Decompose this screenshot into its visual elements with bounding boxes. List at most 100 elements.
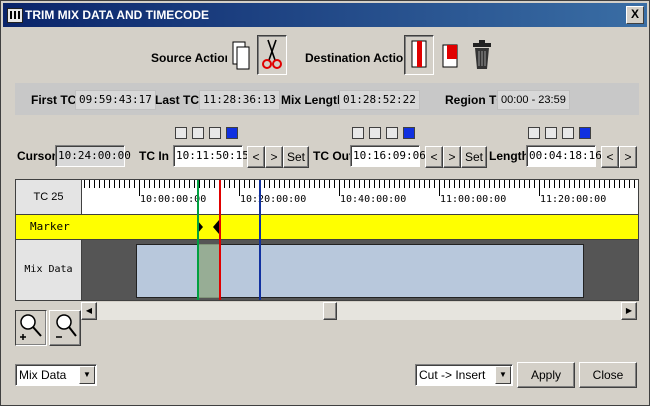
length-track-3[interactable] [562, 127, 574, 139]
ruler-tick [489, 180, 490, 188]
length-track-4[interactable] [579, 127, 591, 139]
ruler-tick [254, 180, 255, 188]
chevron-down-icon[interactable]: ▼ [495, 366, 511, 384]
ruler-tick [369, 180, 370, 188]
tc-out-field[interactable]: 10:16:09:06 [350, 145, 426, 167]
ruler-tick [229, 180, 230, 188]
view-select[interactable]: Mix Data ▼ [15, 364, 97, 386]
scroll-thumb[interactable] [323, 302, 337, 320]
ruler-tick [159, 180, 160, 188]
ruler-tick [404, 180, 405, 188]
ruler-tick [309, 180, 310, 188]
ruler-tick [84, 180, 85, 188]
tc-out-line[interactable] [219, 180, 221, 300]
ruler-tick [604, 180, 605, 188]
tc-in-track-1[interactable] [175, 127, 187, 139]
tc-in-field[interactable]: 10:11:50:15 [173, 145, 249, 167]
tc-out-set-button[interactable]: Set [461, 146, 487, 168]
tc-out-track-1[interactable] [352, 127, 364, 139]
ruler-tick [454, 180, 455, 188]
ruler-tick [359, 180, 360, 188]
trim-selection [198, 244, 220, 298]
ruler-tick [174, 180, 175, 188]
insert-page-icon [411, 40, 427, 68]
ruler-tick [274, 180, 275, 188]
ruler-tick [629, 180, 630, 188]
zoom-out-button[interactable] [49, 310, 81, 346]
tc-in-track-3[interactable] [209, 127, 221, 139]
tc-rate-label: TC 25 [16, 180, 82, 215]
delete-destination-button[interactable] [469, 37, 495, 73]
ruler-tick [214, 180, 215, 188]
apply-button[interactable]: Apply [517, 362, 575, 388]
cursor-line[interactable] [259, 180, 261, 300]
tc-in-set-button[interactable]: Set [283, 146, 309, 168]
ruler-tick [599, 180, 600, 188]
tc-in-prev-button[interactable]: < [247, 146, 265, 168]
timeline-scrollbar[interactable]: ◀ ▶ [81, 302, 637, 320]
tc-in-line[interactable] [197, 180, 199, 300]
copy-pages-icon [232, 41, 250, 70]
tc-out-track-4[interactable] [403, 127, 415, 139]
ruler-tick [444, 180, 445, 188]
length-field[interactable]: 00:04:18:16 [526, 145, 602, 167]
tc-in-next-button[interactable]: > [265, 146, 283, 168]
tc-in-track-4[interactable] [226, 127, 238, 139]
ruler-tick [179, 180, 180, 188]
ruler-tick [569, 180, 570, 188]
view-select-value: Mix Data [19, 368, 67, 382]
tc-out-track-2[interactable] [369, 127, 381, 139]
length-label: Length [489, 149, 529, 163]
ruler-tick [499, 180, 500, 188]
zoom-out-icon [56, 314, 77, 338]
ruler-tick [464, 180, 465, 188]
ruler-tick [474, 180, 475, 188]
ruler-tick [104, 180, 105, 188]
tc-in-track-2[interactable] [192, 127, 204, 139]
ruler-tick [329, 180, 330, 188]
ruler-tick [594, 180, 595, 188]
mix-data-track[interactable] [82, 240, 638, 300]
timeline[interactable]: TC 25 10:00:00:00 10:20:00:00 10:40:00:0… [15, 179, 639, 301]
ruler-tick [289, 180, 290, 188]
ruler-tick [204, 180, 205, 188]
close-button[interactable]: Close [579, 362, 637, 388]
length-track-2[interactable] [545, 127, 557, 139]
copy-action-button[interactable] [227, 37, 255, 77]
ruler-tick [389, 180, 390, 188]
length-prev-button[interactable]: < [601, 146, 619, 168]
ruler-tick [194, 180, 195, 188]
cut-action-button[interactable] [257, 35, 287, 75]
scroll-left-button[interactable]: ◀ [81, 302, 97, 320]
ruler-tick [374, 180, 375, 188]
ruler-tick [409, 180, 410, 188]
ruler-tick [209, 180, 210, 188]
close-window-button[interactable]: X [626, 6, 644, 24]
ruler-tick [584, 180, 585, 188]
ruler-tick [134, 180, 135, 188]
length-track-1[interactable] [528, 127, 540, 139]
ruler-tick-label: 11:00:00:00 [440, 194, 507, 205]
mode-select[interactable]: Cut -> Insert ▼ [415, 364, 513, 386]
overwrite-destination-button[interactable] [439, 37, 465, 73]
timecode-ruler[interactable]: 10:00:00:00 10:20:00:00 10:40:00:00 11:0… [82, 180, 638, 215]
marker-track[interactable]: Marker [16, 215, 638, 240]
ruler-tick [574, 180, 575, 188]
ruler-tick [334, 180, 335, 188]
chevron-down-icon[interactable]: ▼ [79, 366, 95, 384]
ruler-tick [414, 180, 415, 188]
ruler-tick [269, 180, 270, 188]
ruler-tick [249, 180, 250, 188]
insert-destination-button[interactable] [404, 35, 434, 75]
scroll-right-button[interactable]: ▶ [621, 302, 637, 320]
region-tc-label: Region TC [445, 93, 505, 107]
tc-out-next-button[interactable]: > [443, 146, 461, 168]
length-next-button[interactable]: > [619, 146, 637, 168]
tc-out-track-3[interactable] [386, 127, 398, 139]
last-tc-label: Last TC [155, 93, 200, 107]
ruler-tick [504, 180, 505, 188]
mix-data-track-label: Mix Data [16, 240, 82, 300]
zoom-in-button[interactable] [15, 310, 47, 346]
tc-out-prev-button[interactable]: < [425, 146, 443, 168]
ruler-tick-label: 10:40:00:00 [340, 194, 407, 205]
